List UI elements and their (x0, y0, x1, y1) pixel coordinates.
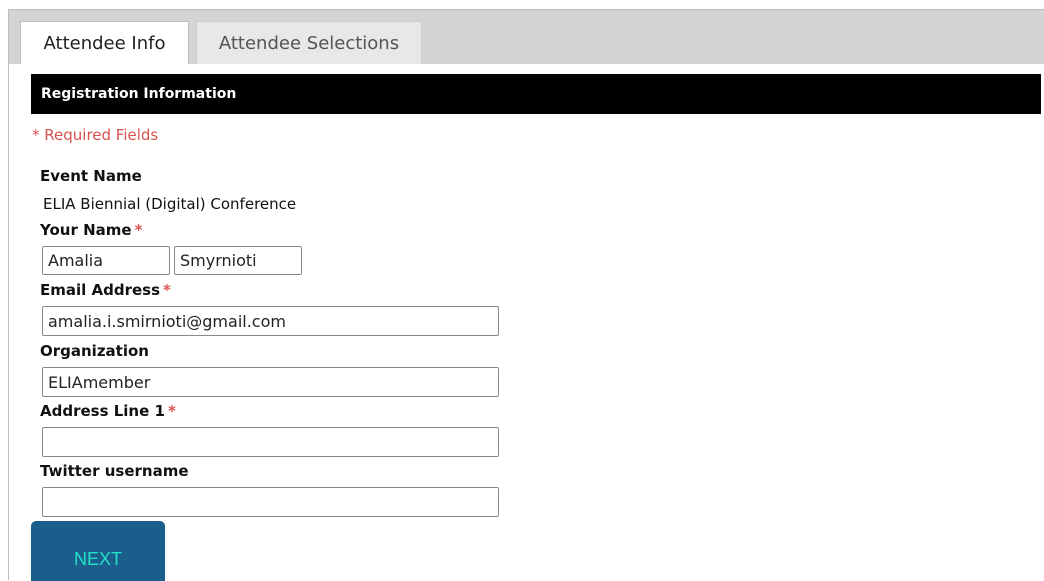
your-name-label: Your Name * (40, 221, 142, 239)
first-name-input[interactable] (42, 246, 170, 275)
email-address-label-text: Email Address (40, 281, 161, 299)
twitter-username-label: Twitter username (40, 462, 189, 480)
email-input[interactable] (42, 306, 499, 336)
required-star: * (167, 402, 176, 420)
tab-attendee-selections[interactable]: Attendee Selections (196, 21, 422, 64)
last-name-input[interactable] (174, 246, 302, 275)
email-address-label: Email Address * (40, 281, 171, 299)
tab-attendee-info[interactable]: Attendee Info (20, 21, 189, 64)
your-name-label-text: Your Name (40, 221, 132, 239)
tab-bar: Attendee Info Attendee Selections (9, 10, 1044, 64)
organization-input[interactable] (42, 367, 499, 397)
address-line-1-label: Address Line 1 * (40, 402, 176, 420)
required-star: * (163, 281, 171, 299)
event-name-label: Event Name (40, 167, 142, 185)
required-fields-note: * Required Fields (32, 126, 159, 144)
next-button[interactable]: NEXT (31, 521, 165, 581)
address-line-1-label-text: Address Line 1 (40, 402, 165, 420)
required-star: * (134, 221, 143, 239)
event-name-value: ELIA Biennial (Digital) Conference (43, 195, 297, 213)
section-header-registration-information: Registration Information (31, 74, 1041, 114)
twitter-username-input[interactable] (42, 487, 499, 517)
organization-label: Organization (40, 342, 149, 360)
address-line-1-input[interactable] (42, 427, 499, 457)
